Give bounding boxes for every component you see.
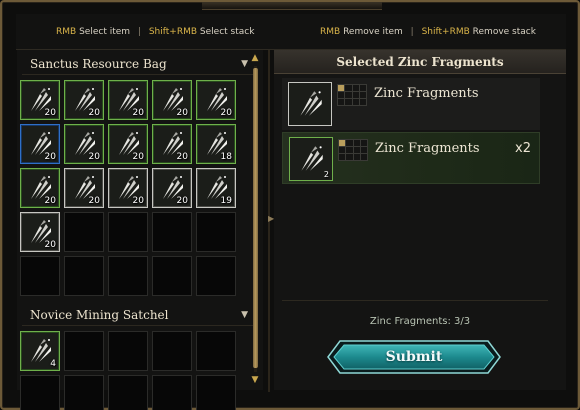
scroll-down-icon[interactable]: ▼ [250, 374, 260, 386]
selected-row[interactable]: 2 Zinc Fragments x2 [282, 132, 540, 184]
inventory-slot-item[interactable]: 20 [108, 80, 148, 120]
controls-hint-bar: RMB Select item | Shift+RMB Select stack… [16, 14, 566, 50]
inventory-slot-empty[interactable] [64, 331, 104, 371]
inventory-slot-item[interactable]: 20 [20, 124, 60, 164]
inventory-slot-item[interactable]: 20 [20, 80, 60, 120]
slot-quantity: 2 [323, 170, 329, 179]
inventory-slot-empty[interactable] [196, 212, 236, 252]
slot-quantity: 20 [176, 196, 188, 206]
inventory-panel: Sanctus Resource Bag ▼ Novice Mining Sat… [17, 50, 263, 410]
hint-separator: | [137, 27, 141, 37]
hint-key: RMB [56, 27, 77, 37]
selected-panel: Selected Zinc Fragments Zinc Fragments 2… [274, 50, 566, 390]
inventory-slot-empty[interactable] [196, 375, 236, 410]
bag-header-sanctus[interactable]: Sanctus Resource Bag ▼ [22, 53, 258, 75]
zinc-fragment-icon [301, 146, 323, 171]
inventory-scrollbar[interactable]: ▲ ▼ [250, 52, 260, 388]
slot-quantity: 20 [88, 152, 100, 162]
inventory-slot-empty[interactable] [64, 375, 104, 410]
inventory-slot-item[interactable]: 20 [64, 168, 104, 208]
inventory-slot-item[interactable]: 20 [64, 124, 104, 164]
slot-quantity: 20 [44, 240, 56, 250]
selected-row[interactable]: Zinc Fragments [282, 78, 540, 130]
submit-label: Submit [385, 349, 443, 365]
slot-quantity: 20 [88, 196, 100, 206]
inventory-slot-empty[interactable] [152, 212, 192, 252]
inventory-slot-empty[interactable] [152, 256, 192, 296]
selected-panel-title: Selected Zinc Fragments [274, 50, 566, 74]
top-ornament [202, 2, 382, 10]
slot-grid-icon [338, 139, 368, 161]
selected-item-multiplier: x2 [515, 141, 531, 156]
bag-title: Novice Mining Satchel [30, 308, 169, 322]
hint-key: Shift+RMB [148, 27, 198, 37]
selected-item-name: Zinc Fragments [375, 141, 480, 156]
inventory-slot-empty[interactable] [20, 375, 60, 410]
slot-quantity: 20 [88, 108, 100, 118]
slot-quantity: 20 [132, 152, 144, 162]
inventory-slot-empty[interactable] [108, 256, 148, 296]
hint-key: RMB [320, 27, 341, 37]
slot-quantity: 20 [176, 108, 188, 118]
inventory-slot-item[interactable]: 4 [20, 331, 60, 371]
inventory-slot-item[interactable]: 20 [152, 168, 192, 208]
inventory-slot-empty[interactable] [108, 212, 148, 252]
slot-quantity: 20 [44, 108, 56, 118]
slot-quantity: 20 [220, 108, 232, 118]
slot-quantity: 20 [44, 196, 56, 206]
inventory-slot-empty[interactable] [196, 256, 236, 296]
bag-title: Sanctus Resource Bag [30, 57, 167, 71]
hint-text: Select stack [199, 27, 255, 37]
collapse-caret-icon[interactable]: ▼ [241, 53, 248, 75]
inventory-slot-empty[interactable] [64, 212, 104, 252]
inventory-slot-item[interactable]: 20 [108, 124, 148, 164]
inventory-slot-item[interactable]: 20 [152, 80, 192, 120]
hint-text: Select item [79, 27, 131, 37]
slot-quantity: 18 [220, 152, 232, 162]
slot-grid-icon [337, 84, 367, 106]
inventory-slot-item[interactable]: 20 [152, 124, 192, 164]
select-hints: RMB Select item | Shift+RMB Select stack [56, 14, 254, 50]
inventory-slot-item[interactable]: 20 [20, 168, 60, 208]
divider [282, 300, 548, 301]
hint-text: Remove item [343, 27, 403, 37]
slot-quantity: 20 [176, 152, 188, 162]
slot-quantity: 20 [44, 152, 56, 162]
inventory-slot-item[interactable]: 18 [196, 124, 236, 164]
inventory-slot-empty[interactable] [108, 375, 148, 410]
hint-text: Remove stack [472, 27, 536, 37]
slot-quantity: 19 [220, 196, 232, 206]
slot-quantity: 20 [132, 196, 144, 206]
selected-item-name: Zinc Fragments [374, 86, 479, 101]
inventory-slot-item[interactable]: 20 [20, 212, 60, 252]
zinc-fragment-icon [300, 91, 322, 116]
inventory-slot-empty[interactable] [64, 256, 104, 296]
inventory-slot-empty[interactable] [108, 331, 148, 371]
scroll-thumb[interactable] [253, 68, 258, 368]
inventory-slot-item[interactable]: 20 [64, 80, 104, 120]
inventory-slot-empty[interactable] [20, 256, 60, 296]
slot-quantity: 20 [132, 108, 144, 118]
inventory-slot-empty[interactable] [196, 331, 236, 371]
hint-separator: | [410, 27, 414, 37]
submit-button[interactable]: Submit [326, 338, 502, 376]
collapse-caret-icon[interactable]: ▼ [241, 304, 248, 326]
inventory-slot-item[interactable]: 19 [196, 168, 236, 208]
selection-progress: Zinc Fragments: 3/3 [369, 316, 471, 327]
inventory-slot-empty[interactable] [152, 331, 192, 371]
inventory-slot-item[interactable]: 20 [108, 168, 148, 208]
hint-key: Shift+RMB [421, 27, 470, 37]
bag-header-novice[interactable]: Novice Mining Satchel ▼ [22, 304, 258, 326]
selected-item-slot[interactable] [288, 82, 332, 126]
slot-quantity: 4 [50, 359, 56, 369]
inventory-slot-empty[interactable] [152, 375, 192, 410]
inventory-slot-item[interactable]: 20 [196, 80, 236, 120]
remove-hints: RMB Remove item | Shift+RMB Remove stack [320, 14, 536, 50]
scroll-up-icon[interactable]: ▲ [250, 52, 260, 64]
selected-item-slot[interactable]: 2 [289, 137, 333, 181]
